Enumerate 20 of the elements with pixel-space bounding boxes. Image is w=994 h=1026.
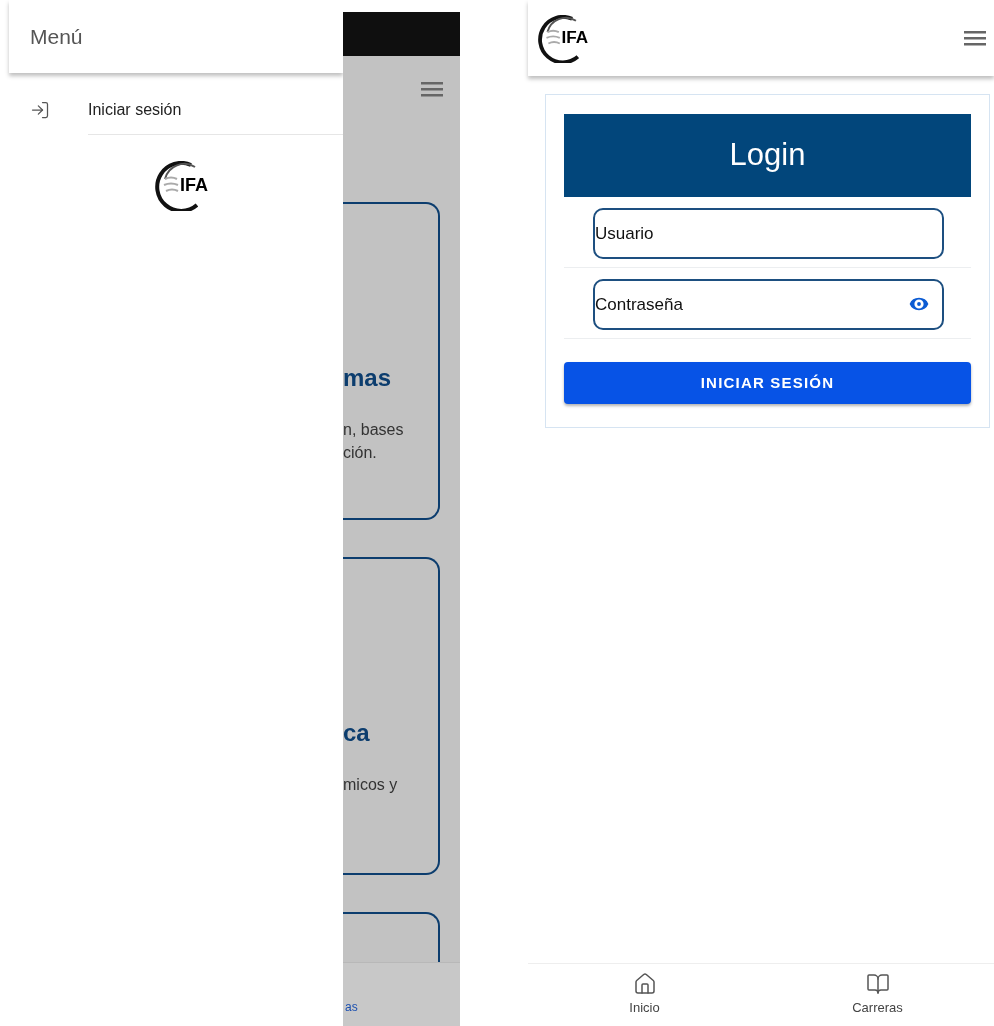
login-button[interactable]: INICIAR SESIÓN — [564, 362, 971, 404]
home-icon — [632, 972, 657, 997]
nav-label[interactable]: as — [345, 998, 358, 1016]
nav-tab[interactable]: Carreras — [761, 964, 994, 1026]
card-title: ca — [343, 719, 371, 747]
card-text: micos y — [343, 775, 399, 795]
drawer-title: Menú — [30, 23, 83, 50]
card-text: ción. — [343, 443, 378, 463]
login-icon — [30, 100, 50, 120]
card-text: n, bases — [343, 420, 405, 440]
card-title: mas — [343, 364, 393, 392]
logo-text: IFA — [180, 176, 208, 194]
input-field[interactable]: Contraseña — [593, 279, 944, 330]
book-icon — [865, 972, 890, 997]
nav-tab[interactable]: Inicio — [528, 964, 761, 1026]
menu-icon[interactable] — [964, 30, 986, 46]
login-title: Login — [729, 136, 806, 175]
logo-text: IFA — [561, 29, 589, 47]
menu-icon[interactable] — [421, 81, 443, 97]
input-field[interactable]: Usuario — [593, 208, 944, 259]
